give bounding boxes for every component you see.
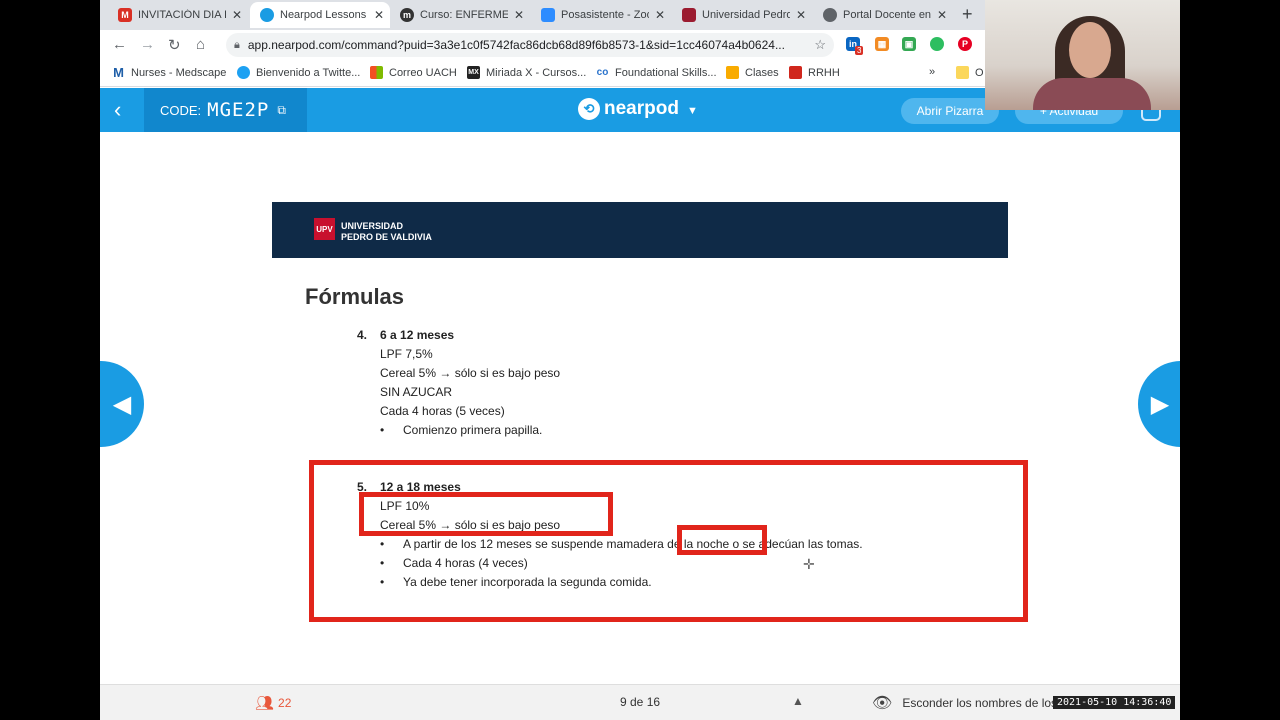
chevron-down-icon[interactable]: ▼ (687, 105, 698, 117)
next-slide-button[interactable]: ▶ (1138, 361, 1180, 447)
open-external-icon[interactable]: ⧉ (277, 103, 286, 118)
upv-icon (682, 8, 696, 22)
bookmark-correo-uach[interactable]: Correo UACH (370, 66, 457, 79)
classroom-icon (726, 66, 739, 79)
reload-icon[interactable]: ↻ (168, 36, 181, 54)
person-body (1033, 78, 1151, 110)
eye-slash-icon: 👁︎ (872, 695, 893, 712)
page-indicator: 9 de 16 (620, 695, 661, 709)
close-icon[interactable]: ✕ (796, 8, 806, 22)
back-arrow-icon[interactable]: ← (112, 36, 127, 53)
play-right-icon: ▶ (1150, 390, 1170, 418)
close-icon[interactable]: ✕ (374, 8, 384, 22)
annotation-box-lpf (359, 492, 613, 536)
expand-slides-icon[interactable]: ▲ (792, 694, 804, 708)
session-code[interactable]: CODE: MGE2P ⧉ (144, 88, 307, 132)
zoom-icon (541, 8, 555, 22)
evernote-icon[interactable] (930, 37, 944, 51)
move-cursor-icon: ✛ (803, 556, 815, 572)
lock-icon: 🔒︎ (234, 38, 240, 51)
university-banner: UPV UNIVERSIDAD PEDRO DE VALDIVIA (272, 202, 1008, 258)
moodle-icon: m (400, 8, 414, 22)
close-icon[interactable]: ✕ (937, 8, 947, 22)
play-left-icon: ◀ (112, 390, 132, 418)
slide: UPV UNIVERSIDAD PEDRO DE VALDIVIA Fórmul… (100, 132, 1180, 684)
new-tab-icon[interactable]: + (962, 4, 973, 25)
more-bookmarks-button[interactable]: » (929, 66, 935, 78)
tab-moodle[interactable]: m Curso: ENFERMER ✕ (390, 2, 530, 28)
coursera-icon: co (596, 67, 609, 78)
tab-zoom[interactable]: Posasistente - Zoo ✕ (531, 2, 671, 28)
bookmark-miriadax[interactable]: MX Miriada X - Cursos... (467, 66, 586, 79)
url-field[interactable]: 🔒︎ app.nearpod.com/command?puid=3a3e1c0f… (226, 33, 834, 57)
students-icon: 👥︎ (255, 695, 274, 712)
institution-name: UNIVERSIDAD PEDRO DE VALDIVIA (341, 221, 432, 242)
close-icon[interactable]: ✕ (514, 8, 524, 22)
nearpod-logo-icon: ⟲ (578, 98, 600, 120)
previous-slide-button[interactable]: ◀ (100, 361, 144, 447)
person-face (1069, 22, 1111, 78)
grid-extension-icon[interactable]: ▦ (875, 37, 889, 51)
section-line: LPF 7,5% (380, 347, 433, 361)
webcam-overlay (985, 0, 1180, 110)
miriadax-icon: MX (467, 66, 480, 79)
screen-extension-icon[interactable]: ▣ (902, 37, 916, 51)
forward-arrow-icon[interactable]: → (140, 36, 155, 53)
bookmark-twitter[interactable]: Bienvenido a Twitte... (237, 66, 360, 79)
close-icon[interactable]: ✕ (232, 8, 242, 22)
section-bullet: • Comienzo primera papilla. (357, 421, 560, 440)
gmail-icon: M (118, 8, 132, 22)
section-line: Cereal 5% → sólo si es bajo peso (380, 366, 561, 380)
formula-section-4: 4. 6 a 12 meses LPF 7,5% Cereal 5% → sólo… (357, 326, 560, 440)
bookmark-star-icon[interactable]: ☆ (814, 37, 826, 53)
section-line: Cada 4 horas (5 veces) (380, 404, 505, 418)
close-icon[interactable]: ✕ (655, 8, 665, 22)
twitter-icon (237, 66, 250, 79)
bullet-icon: • (380, 423, 385, 437)
nearpod-icon (260, 8, 274, 22)
adp-icon (789, 66, 802, 79)
upv-logo: UPV (314, 218, 335, 240)
bookmark-medscape[interactable]: M Nurses - Medscape (112, 65, 226, 80)
tab-portal-docente[interactable]: Portal Docente en ✕ (813, 2, 953, 28)
session-footer: 👥︎ 22 9 de 16 ▲ 👁︎ Esconder los nombres … (100, 684, 1180, 720)
tab-nearpod[interactable]: Nearpod Lessons ✕ (250, 2, 390, 28)
back-chevron-icon[interactable]: ‹ (114, 97, 121, 123)
recording-timestamp: 2021-05-10 14:36:40 (1053, 696, 1176, 709)
other-bookmarks[interactable]: O (956, 66, 984, 79)
tab-universidad[interactable]: Universidad Pedro ✕ (672, 2, 812, 28)
home-icon[interactable]: ⌂ (196, 36, 205, 53)
annotation-box-section (309, 460, 1028, 622)
tab-gmail[interactable]: M INVITACIÓN DIA IN ✕ (108, 2, 248, 28)
bookmark-clases[interactable]: Clases (726, 66, 779, 79)
section-heading: 4. 6 a 12 meses (357, 328, 455, 342)
bookmark-rrhh[interactable]: RRHH (789, 66, 840, 79)
bookmark-coursera[interactable]: co Foundational Skills... (596, 66, 717, 79)
students-button[interactable]: 👥︎ 22 (255, 694, 291, 712)
slide-title: Fórmulas (305, 284, 405, 309)
nearpod-logo[interactable]: ⟲ nearpod ▼ (578, 98, 698, 120)
medscape-icon: M (113, 65, 124, 80)
extension-badge: 3 (855, 46, 864, 55)
globe-icon (823, 8, 837, 22)
microsoft-icon (370, 66, 383, 79)
annotation-box-noche (677, 525, 767, 555)
section-line: SIN AZUCAR (380, 385, 453, 399)
folder-icon (956, 66, 969, 79)
pinterest-icon[interactable]: P (958, 37, 972, 51)
